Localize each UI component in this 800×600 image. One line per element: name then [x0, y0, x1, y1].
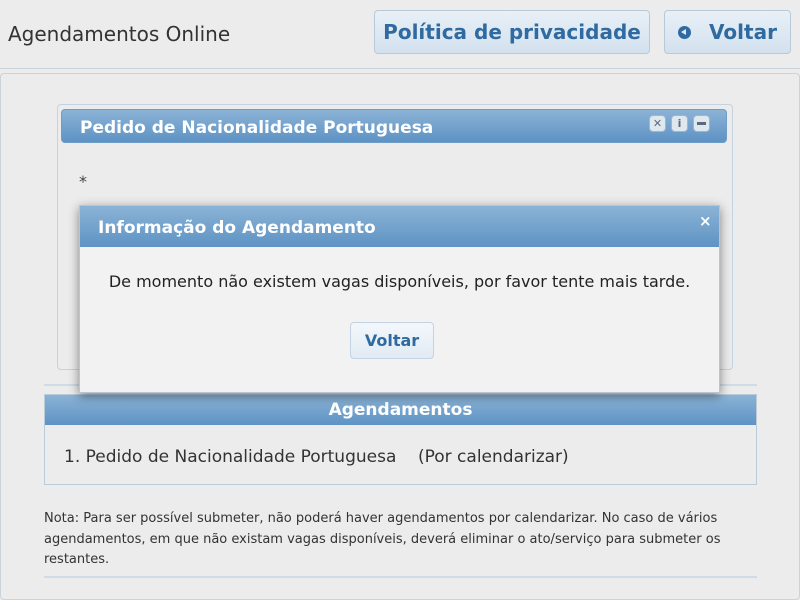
dialog-back-label: Voltar — [364, 331, 420, 350]
info-icon[interactable]: i — [671, 115, 688, 132]
close-icon[interactable]: ✕ — [649, 115, 666, 132]
dialog-back-button[interactable]: Voltar — [350, 322, 434, 359]
minimize-icon[interactable] — [693, 115, 710, 132]
portlet-title: Pedido de Nacionalidade Portuguesa — [80, 118, 434, 138]
dialog-header: Informação do Agendamento × — [80, 206, 719, 247]
portlet-header: Pedido de Nacionalidade Portuguesa ✕ i — [61, 109, 727, 143]
privacy-policy-label: Política de privacidade — [383, 20, 641, 44]
close-icon[interactable]: × — [699, 212, 712, 230]
back-label: Voltar — [709, 20, 777, 44]
info-dialog: Informação do Agendamento × De momento n… — [79, 205, 720, 393]
divider — [44, 576, 757, 578]
back-button[interactable]: Voltar — [664, 10, 791, 54]
dialog-title: Informação do Agendamento — [98, 218, 376, 238]
app-title: Agendamentos Online — [8, 22, 231, 46]
agendamentos-panel: Agendamentos 1. Pedido de Nacionalidade … — [44, 394, 757, 485]
top-header: Agendamentos Online Política de privacid… — [0, 0, 800, 69]
privacy-policy-button[interactable]: Política de privacidade — [374, 10, 650, 54]
list-item: 1. Pedido de Nacionalidade Portuguesa (P… — [64, 447, 569, 467]
required-asterisk: * — [79, 172, 87, 191]
back-arrow-icon — [678, 25, 692, 39]
agendamentos-header: Agendamentos — [45, 395, 756, 425]
dialog-message: De momento não existem vagas disponíveis… — [108, 272, 691, 291]
note-text: Nota: Para ser possível submeter, não po… — [44, 511, 721, 567]
